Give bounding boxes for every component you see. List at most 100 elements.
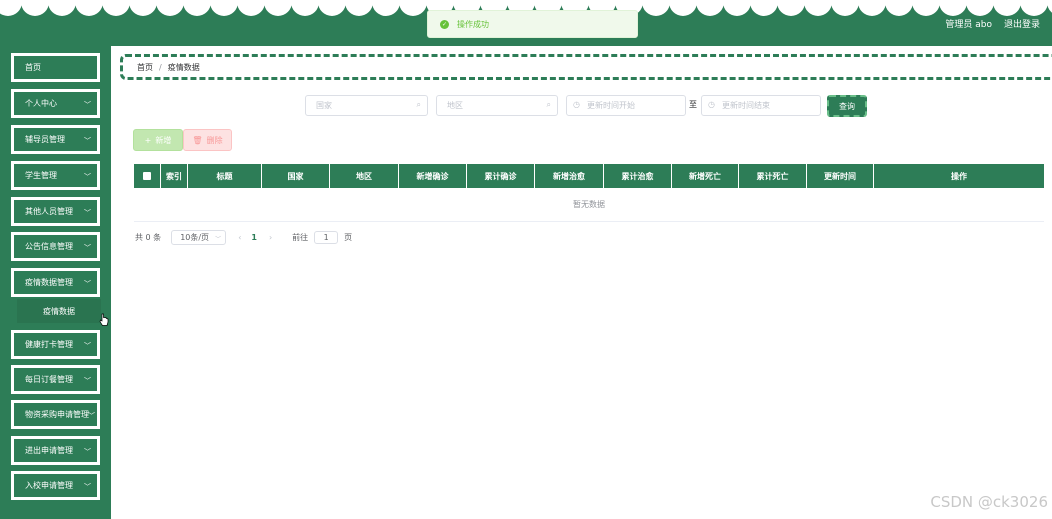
clock-icon: ◷ — [708, 100, 715, 109]
column-header: 新增死亡 — [672, 164, 739, 188]
sidebar-item-home[interactable]: 首页 — [11, 53, 100, 82]
end-date-picker[interactable]: ◷ 更新时间结束 — [701, 95, 821, 116]
sidebar-item-meal-order-management[interactable]: 每日订餐管理 ﹀ — [11, 365, 100, 394]
scallop-shape — [345, 0, 373, 16]
scallop-shape — [696, 0, 724, 16]
watermark-text: CSDN @ck3026 — [930, 493, 1048, 511]
scallop-shape — [183, 0, 211, 16]
sidebar-item-health-checkin-management[interactable]: 健康打卡管理 ﹀ — [11, 330, 100, 359]
sidebar-item-student-management[interactable]: 学生管理 ﹀ — [11, 161, 100, 190]
column-header: 累计死亡 — [739, 164, 807, 188]
country-search-input[interactable]: 国家 ⌕ — [305, 95, 428, 116]
breadcrumb-current: 疫情数据 — [167, 62, 200, 72]
breadcrumb: 首页 / 疫情数据 — [120, 54, 1052, 80]
column-header: 更新时间 — [807, 164, 874, 188]
column-header: 累计治愈 — [604, 164, 672, 188]
scallop-shape — [966, 0, 994, 16]
sidebar-item-entry-exit-request-management[interactable]: 进出申请管理 ﹀ — [11, 436, 100, 465]
chevron-down-icon: ﹀ — [84, 209, 91, 217]
scallop-shape — [993, 0, 1021, 16]
scallop-shape — [1020, 0, 1048, 16]
success-toast: ✓ 操作成功 — [427, 10, 638, 38]
column-header: 新增确诊 — [399, 164, 467, 188]
sidebar-item-other-staff-management[interactable]: 其他人员管理 ﹀ — [11, 197, 100, 226]
scallop-shape — [156, 0, 184, 16]
chevron-down-icon: ﹀ — [84, 173, 91, 181]
breadcrumb-home[interactable]: 首页 — [137, 62, 153, 73]
scallop-shape — [372, 0, 400, 16]
sidebar-item-purchase-request-management[interactable]: 物资采购申请管理 ﹀ — [11, 400, 100, 429]
placeholder-text: 地区 — [447, 101, 463, 110]
sidebar-item-campus-entry-request-management[interactable]: 入校申请管理 ﹀ — [11, 471, 100, 500]
sidebar-item-label: 入校申请管理 — [25, 481, 73, 490]
region-search-input[interactable]: 地区 ⌕ — [436, 95, 558, 116]
sidebar-item-label: 进出申请管理 — [25, 446, 73, 455]
trash-icon: 🗑 — [192, 135, 203, 145]
table-empty-text: 暂无数据 — [134, 188, 1044, 222]
sidebar-item-counselor-management[interactable]: 辅导员管理 ﹀ — [11, 125, 100, 154]
scallop-shape — [804, 0, 832, 16]
sidebar-item-label: 物资采购申请管理 — [25, 410, 89, 419]
scallop-shape — [0, 0, 22, 16]
page-number[interactable]: 1 — [251, 233, 257, 242]
goto-page-value: 1 — [323, 232, 329, 242]
scallop-shape — [1047, 0, 1052, 16]
add-button[interactable]: + 新增 — [133, 129, 183, 151]
page-suffix: 页 — [344, 232, 353, 242]
table-header: 索引 标题 国家 地区 新增确诊 累计确诊 新增治愈 累计治愈 新增死亡 累计死… — [134, 164, 1044, 188]
column-header: 操作 — [951, 171, 967, 181]
scallop-shape — [939, 0, 967, 16]
sidebar-item-announcement-management[interactable]: 公告信息管理 ﹀ — [11, 232, 100, 261]
start-date-picker[interactable]: ◷ 更新时间开始 — [566, 95, 686, 116]
chevron-down-icon: ﹀ — [84, 448, 91, 456]
chevron-down-icon: ﹀ — [84, 280, 91, 288]
scallop-shape — [885, 0, 913, 16]
chevron-down-icon: ﹀ — [84, 244, 91, 252]
sidebar-item-epidemic-data-management[interactable]: 疫情数据管理 ﹀ — [11, 268, 100, 297]
sidebar-item-label: 辅导员管理 — [25, 135, 65, 144]
hand-cursor-icon — [99, 313, 109, 326]
add-button-label: 新增 — [155, 135, 172, 145]
sidebar-item-label: 疫情数据管理 — [25, 278, 73, 287]
scallop-shape — [48, 0, 76, 16]
scallop-shape — [777, 0, 805, 16]
scallop-shape — [318, 0, 346, 16]
chevron-down-icon: ﹀ — [215, 235, 222, 243]
scallop-shape — [75, 0, 103, 16]
logout-link[interactable]: 退出登录 — [1004, 17, 1040, 30]
select-all-checkbox[interactable] — [143, 172, 151, 180]
page-size-select[interactable]: 10条/页 ﹀ — [171, 229, 227, 245]
next-page-icon[interactable]: › — [269, 233, 272, 242]
sidebar: 首页 个人中心 ﹀ 辅导员管理 ﹀ 学生管理 ﹀ 其他人员管理 ﹀ 公告信息管理 ﹀ 疫情… — [0, 46, 111, 519]
pagination-total: 共 0 条 — [135, 232, 162, 242]
clock-icon: ◷ — [573, 100, 580, 109]
delete-button[interactable]: 🗑 删除 — [183, 129, 232, 151]
scallop-shape — [669, 0, 697, 16]
sidebar-item-label: 公告信息管理 — [25, 242, 73, 251]
goto-page-input[interactable]: 1 — [314, 230, 339, 244]
scallop-shape — [831, 0, 859, 16]
submenu-item-epidemic-data[interactable]: 疫情数据 — [17, 299, 101, 323]
column-header: 国家 — [262, 164, 330, 188]
scallop-shape — [750, 0, 778, 16]
scallop-shape — [858, 0, 886, 16]
column-header: 地区 — [330, 164, 399, 188]
column-header: 新增治愈 — [535, 164, 604, 188]
chevron-down-icon: ﹀ — [84, 137, 91, 145]
scallop-shape — [237, 0, 265, 16]
sidebar-item-personal-center[interactable]: 个人中心 ﹀ — [11, 89, 100, 118]
pagination: 共 0 条 10条/页 ﹀ ‹ 1 › 前往 1 页 — [135, 229, 352, 245]
toast-message: 操作成功 — [457, 19, 489, 29]
scallop-shape — [642, 0, 670, 16]
date-range-separator: 至 — [689, 100, 697, 109]
chevron-down-icon: ﹀ — [88, 412, 95, 420]
column-header: 索引 — [161, 164, 188, 188]
plus-icon: + — [144, 135, 152, 145]
prev-page-icon[interactable]: ‹ — [238, 233, 241, 242]
select-all-column — [134, 164, 161, 188]
query-button[interactable]: 查询 — [827, 95, 867, 117]
search-icon: ⌕ — [546, 100, 551, 109]
chevron-down-icon: ﹀ — [84, 342, 91, 350]
scallop-shape — [264, 0, 292, 16]
chevron-down-icon: ﹀ — [84, 483, 91, 491]
